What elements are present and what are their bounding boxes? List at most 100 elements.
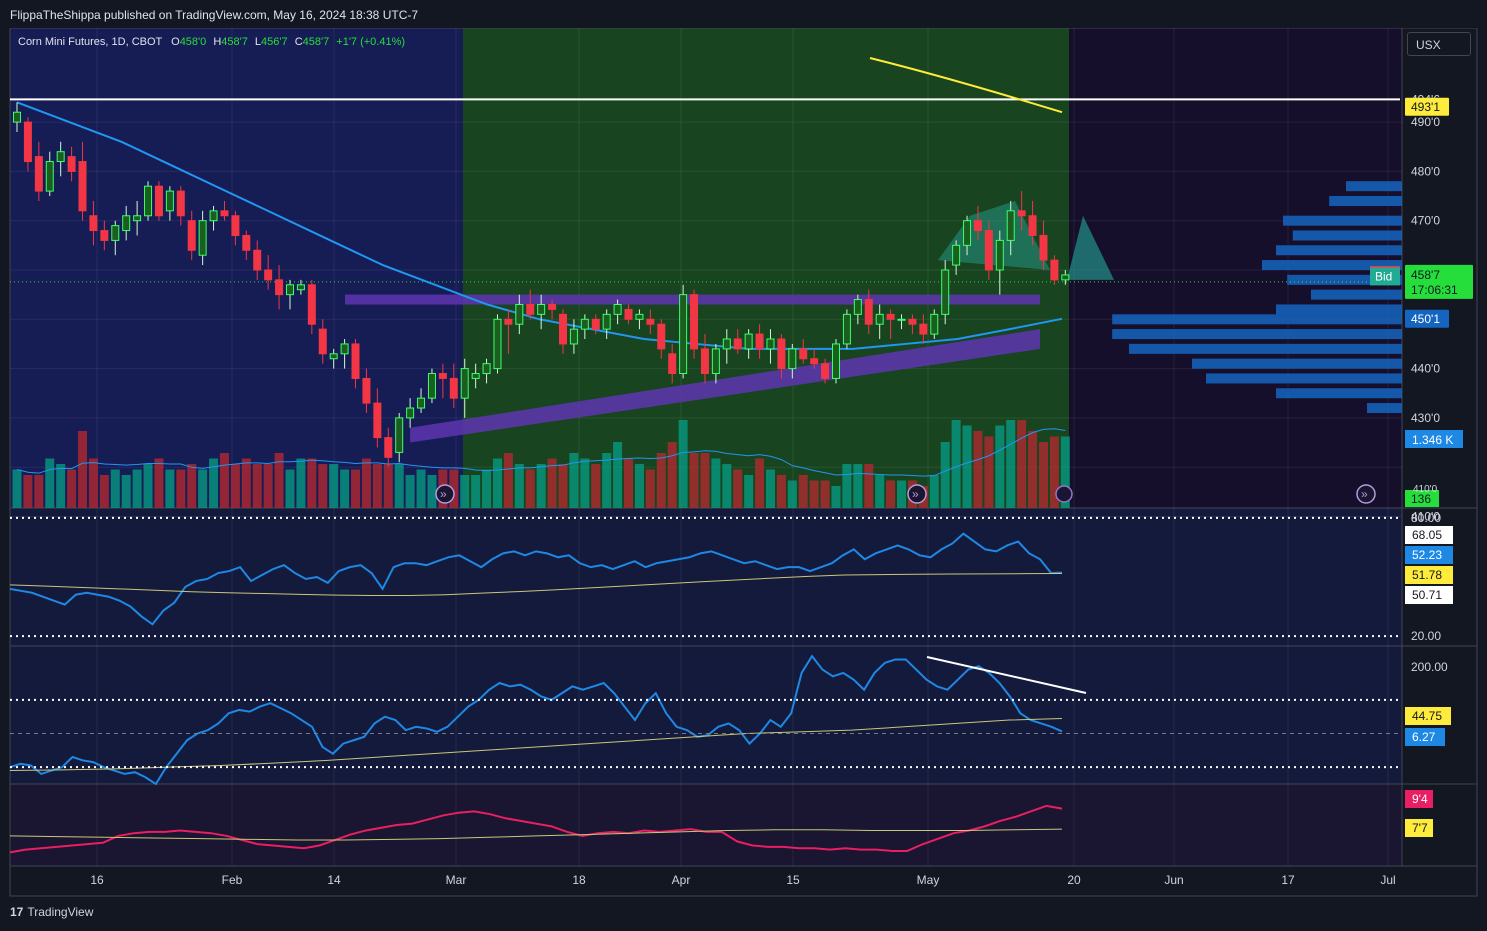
volume-bar xyxy=(121,475,131,508)
footer-brand-text: TradingView xyxy=(27,905,94,919)
candle xyxy=(144,185,153,217)
candle xyxy=(449,377,458,399)
volume-bar xyxy=(700,453,710,508)
rsi-tick-label: 20.00 xyxy=(1411,629,1441,643)
volume-profile-bar xyxy=(1276,245,1402,256)
candle xyxy=(569,328,578,345)
candle xyxy=(733,338,742,350)
candle xyxy=(864,299,873,325)
candle xyxy=(56,151,65,163)
volume-bar xyxy=(405,475,415,508)
candle xyxy=(187,220,196,251)
volume-profile-bar xyxy=(1367,403,1402,414)
candle xyxy=(176,190,185,217)
volume-bar xyxy=(798,475,808,508)
candle xyxy=(810,358,819,365)
volume-bar xyxy=(318,464,328,508)
candle xyxy=(13,111,21,123)
volume-bar xyxy=(1017,420,1027,508)
time-tick-label: May xyxy=(917,873,940,887)
volume-bar xyxy=(689,453,699,508)
candle xyxy=(690,294,699,350)
volume-bar xyxy=(394,464,404,508)
volume-bar xyxy=(591,464,601,508)
legend-close-label: C xyxy=(295,36,303,48)
candle xyxy=(384,437,393,458)
volume-bar xyxy=(809,480,819,508)
candle xyxy=(995,239,1004,271)
volume-bar xyxy=(820,480,830,508)
volume-bar xyxy=(241,458,251,508)
volume-bar xyxy=(940,442,950,508)
candle xyxy=(853,299,862,315)
volume-bar xyxy=(12,469,22,508)
volume-profile-bar xyxy=(1206,373,1402,384)
volume-bar xyxy=(558,464,568,508)
volume-bar xyxy=(536,464,546,508)
volume-profile-bar xyxy=(1129,343,1402,354)
candle xyxy=(984,230,993,271)
volume-bar xyxy=(78,431,88,508)
candle xyxy=(657,323,666,350)
volume-bar xyxy=(711,458,721,508)
volume-bar xyxy=(198,469,208,508)
candle xyxy=(941,269,950,315)
volume-bar xyxy=(110,469,120,508)
volume-bar xyxy=(569,453,579,508)
volume-bar xyxy=(361,458,371,508)
time-tick-label: 16 xyxy=(90,873,104,887)
lightning-icon xyxy=(1055,485,1073,503)
candle xyxy=(580,318,589,330)
candle xyxy=(1061,274,1070,281)
candle xyxy=(919,323,928,335)
candle xyxy=(460,368,469,399)
candle xyxy=(973,220,982,232)
event-icon-glyph: » xyxy=(1361,487,1368,501)
candle xyxy=(493,318,502,370)
candle xyxy=(1050,259,1059,281)
chart-area[interactable]: »»» 494'6490'0480'0470'0440'0430'0410'04… xyxy=(0,28,1487,898)
volume-profile-bar xyxy=(1311,289,1402,300)
volume-bar xyxy=(274,453,284,508)
candle xyxy=(613,304,622,315)
volume-bar xyxy=(329,464,339,508)
volume-bar xyxy=(427,475,437,508)
candle xyxy=(766,338,775,350)
volume-bar xyxy=(219,453,229,508)
legend-open: 458'0 xyxy=(180,36,207,48)
volume-bar xyxy=(143,464,153,508)
currency-button[interactable]: USX xyxy=(1407,32,1471,56)
volume-bar xyxy=(733,469,743,508)
volume-bar xyxy=(99,475,109,508)
volume-bar xyxy=(602,453,612,508)
time-tick-label: Jun xyxy=(1164,873,1183,887)
legend-low: 456'7 xyxy=(261,36,288,48)
price-tick-label: 410'0 xyxy=(1413,484,1438,495)
time-tick-label: 17 xyxy=(1281,873,1295,887)
candle xyxy=(722,338,731,350)
cci-marker-text: 44.75 xyxy=(1412,709,1442,723)
candle xyxy=(711,348,720,375)
candle xyxy=(548,304,557,310)
volume-bar xyxy=(613,442,623,508)
candle xyxy=(67,156,76,172)
footer-brand[interactable]: 17 TradingView xyxy=(10,905,93,919)
volume-bar xyxy=(285,469,295,508)
volume-bar xyxy=(372,464,382,508)
candle xyxy=(198,220,207,256)
rsi-pane-bg xyxy=(10,508,1402,646)
volume-bar xyxy=(580,458,590,508)
candle xyxy=(504,318,513,325)
top-bar: FlippaTheShippa published on TradingView… xyxy=(0,0,1487,28)
candle xyxy=(537,304,546,315)
volume-ma-marker-text: 1.346 K xyxy=(1412,433,1453,447)
candle xyxy=(417,397,426,409)
volume-bar xyxy=(973,431,983,508)
volume-bar xyxy=(842,464,852,508)
candle xyxy=(307,284,316,325)
volume-bar xyxy=(307,458,317,508)
price-tick-label: 490'0 xyxy=(1411,115,1440,129)
candle xyxy=(952,244,961,266)
candle xyxy=(165,190,174,212)
price-tick-label: 430'0 xyxy=(1411,411,1440,425)
